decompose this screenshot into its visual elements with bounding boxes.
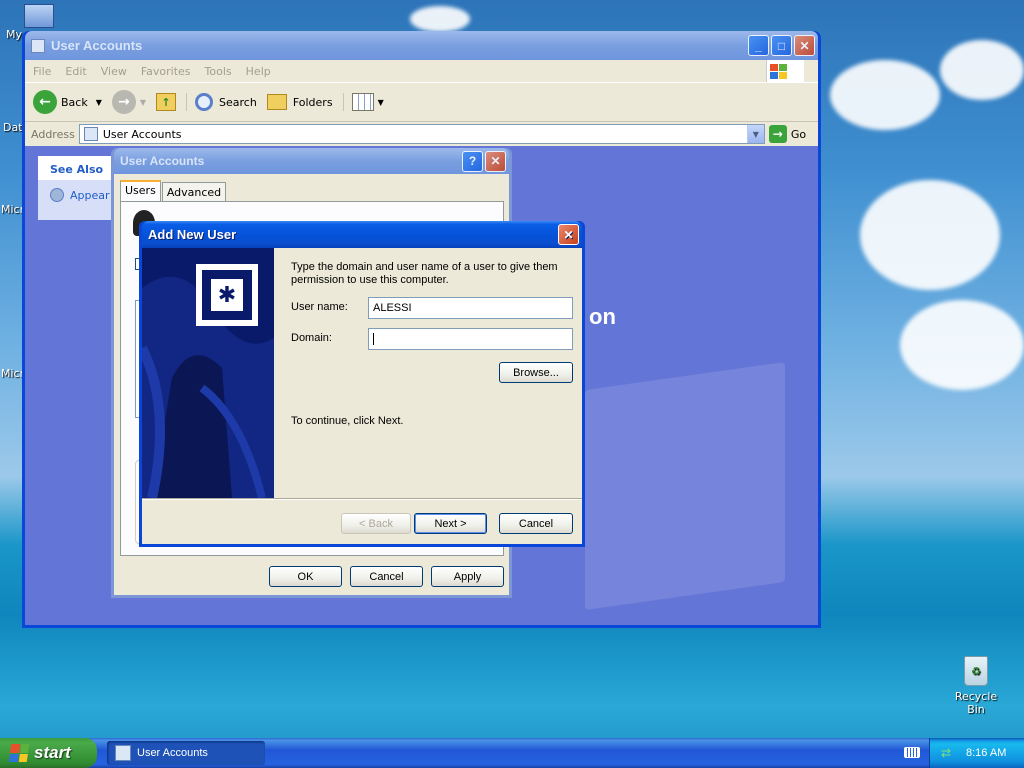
separator <box>142 498 582 500</box>
start-button[interactable]: start <box>0 738 97 768</box>
see-also-appearance-link[interactable]: Appear <box>38 180 120 202</box>
user-key-icon: ✱ <box>196 264 258 326</box>
go-label: Go <box>790 127 807 141</box>
desktop-icon-recycle-bin[interactable]: ♻ Recycle Bin <box>946 656 1006 716</box>
add-new-user-titlebar[interactable]: Add New User ✕ <box>142 221 582 248</box>
ok-button[interactable]: OK <box>269 566 342 587</box>
taskbar-item-label: User Accounts <box>137 747 208 759</box>
folder-icon <box>31 38 45 53</box>
menu-favorites[interactable]: Favorites <box>141 65 191 78</box>
go-button[interactable]: → Go <box>768 125 807 143</box>
keyboard-icon[interactable] <box>904 747 920 758</box>
explorer-titlebar[interactable]: User Accounts _ □ ✕ <box>25 31 818 60</box>
back-button[interactable]: ← Back ▼ <box>33 90 102 114</box>
desktop-icon-label: Dat <box>3 121 23 134</box>
tab-strip: Users Advanced <box>120 180 227 202</box>
up-folder-icon: ↑ <box>156 93 177 111</box>
recycle-bin-icon: ♻ <box>964 656 988 686</box>
desktop-icon-label: Recycle Bin <box>954 690 998 716</box>
window-title: User Accounts <box>51 38 143 53</box>
appearance-icon <box>50 188 64 202</box>
minimize-button[interactable]: _ <box>748 35 769 56</box>
tab-users[interactable]: Users <box>120 180 161 202</box>
address-label: Address <box>31 127 75 141</box>
see-also-title: See Also <box>38 156 120 180</box>
chevron-down-icon: ▼ <box>95 97 102 107</box>
close-button[interactable]: ✕ <box>558 224 579 245</box>
username-field[interactable]: ALESSI <box>368 297 573 319</box>
folders-button[interactable]: Folders <box>266 94 333 110</box>
next-button[interactable]: Next > <box>414 513 487 534</box>
folders-icon <box>266 94 287 110</box>
dialog-title: Add New User <box>148 227 237 242</box>
network-icon[interactable]: ⇄ <box>938 745 954 761</box>
browse-button[interactable]: Browse... <box>499 362 573 383</box>
instruction-text: Type the domain and user name of a user … <box>291 261 558 286</box>
menu-tools[interactable]: Tools <box>205 65 232 78</box>
user-accounts-icon <box>83 127 98 141</box>
chevron-down-icon: ▼ <box>139 97 147 107</box>
search-button[interactable]: Search <box>186 93 257 111</box>
desktop-icon-label: My <box>6 28 23 41</box>
back-arrow-icon: ← <box>33 90 57 114</box>
toolbar: ← Back ▼ → ▼ ↑ Search Folders ▼ <box>25 82 818 122</box>
cancel-button[interactable]: Cancel <box>499 513 573 534</box>
tab-advanced[interactable]: Advanced <box>161 182 227 202</box>
windows-logo-icon <box>766 60 804 82</box>
address-field[interactable]: User Accounts ▼ <box>78 124 765 144</box>
clock[interactable]: 8:16 AM <box>966 747 1006 759</box>
folders-label: Folders <box>292 95 333 109</box>
back-label: Back <box>61 95 88 109</box>
maximize-button[interactable]: □ <box>771 35 792 56</box>
continue-text: To continue, click Next. <box>291 415 404 427</box>
search-label: Search <box>219 95 257 109</box>
windows-logo-icon <box>8 744 30 762</box>
back-button[interactable]: < Back <box>341 513 411 534</box>
forward-button[interactable]: → ▼ <box>111 90 147 114</box>
address-value: User Accounts <box>102 127 182 141</box>
wizard-banner: ✱ <box>142 248 274 498</box>
views-icon <box>351 93 374 111</box>
see-also-panel: See Also Appear <box>38 156 120 220</box>
cancel-button[interactable]: Cancel <box>350 566 423 587</box>
taskbar: start User Accounts ⇄ 8:16 AM <box>0 738 1024 768</box>
text-cursor <box>373 333 374 346</box>
computer-icon <box>24 4 54 28</box>
add-new-user-body: ✱ Type the domain and user name of a use… <box>142 248 582 544</box>
address-bar: Address User Accounts ▼ → Go <box>25 122 818 146</box>
go-arrow-icon: → <box>768 125 787 143</box>
address-dropdown-icon[interactable]: ▼ <box>746 125 764 143</box>
domain-label: Domain: <box>291 332 332 344</box>
dialog-title: User Accounts <box>120 154 205 168</box>
menu-help[interactable]: Help <box>246 65 271 78</box>
apply-button[interactable]: Apply <box>431 566 504 587</box>
desktop-icon-data[interactable]: Dat <box>3 121 23 134</box>
menu-bar: File Edit View Favorites Tools Help <box>25 60 818 82</box>
menu-edit[interactable]: Edit <box>65 65 86 78</box>
user-accounts-titlebar[interactable]: User Accounts ? ✕ <box>114 148 509 174</box>
close-button[interactable]: ✕ <box>485 150 506 172</box>
menu-file[interactable]: File <box>33 65 51 78</box>
domain-field[interactable] <box>368 328 573 350</box>
taskbar-item-user-accounts[interactable]: User Accounts <box>107 741 265 765</box>
see-also-item-label: Appear <box>70 188 110 202</box>
add-new-user-dialog: Add New User ✕ ✱ Type the domain and use… <box>139 221 585 547</box>
menu-view[interactable]: View <box>101 65 127 78</box>
background-heading: on <box>589 304 616 329</box>
background-graphic <box>585 361 785 611</box>
close-button[interactable]: ✕ <box>794 35 815 56</box>
username-label: User name: <box>291 301 348 313</box>
search-icon <box>195 93 214 111</box>
help-button[interactable]: ? <box>462 150 483 172</box>
system-tray: ⇄ 8:16 AM <box>929 738 1024 768</box>
start-label: start <box>34 743 71 762</box>
views-button[interactable]: ▼ <box>342 93 384 111</box>
forward-arrow-icon: → <box>111 90 136 114</box>
up-folder-button[interactable]: ↑ <box>156 93 177 111</box>
chevron-down-icon: ▼ <box>377 97 384 107</box>
user-accounts-icon <box>115 745 131 761</box>
